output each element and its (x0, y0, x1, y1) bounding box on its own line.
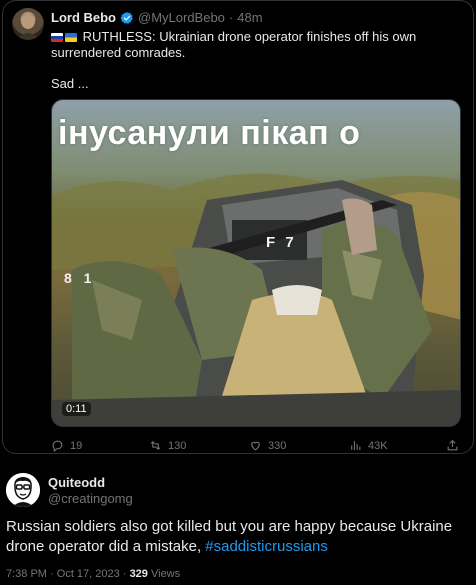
video-player[interactable]: інусанули пікап о F 7 8 1 0:11 (51, 99, 461, 427)
like-count: 330 (268, 439, 287, 452)
views-button[interactable]: 43K (349, 439, 388, 452)
quoted-tweet[interactable]: Lord Bebo @MyLordBebo · 48m RUTHLESS: Uk… (2, 0, 474, 454)
reply-count: 19 (70, 439, 83, 452)
share-icon (447, 439, 458, 451)
tweet-text: Russian soldiers also got killed but you… (6, 517, 468, 557)
author-name[interactable]: Quiteodd (48, 475, 105, 490)
flag-ukraine-icon (65, 33, 77, 42)
avatar[interactable] (12, 8, 44, 40)
views-icon (351, 441, 361, 450)
avatar-image (16, 13, 40, 40)
tweet-header: Lord Bebo @MyLordBebo · 48m (51, 10, 263, 25)
tweet-time[interactable]: 7:38 PM (6, 568, 47, 580)
views-count: 43K (368, 439, 388, 452)
reply-button[interactable]: 19 (51, 439, 82, 452)
reply-tweet[interactable]: Quiteodd @creatingomg Russian soldiers a… (0, 466, 476, 585)
tweet-time[interactable]: 48m (237, 10, 262, 25)
tweet-date[interactable]: Oct 17, 2023 (57, 568, 120, 580)
flag-russia-icon (51, 33, 63, 42)
share-button[interactable] (446, 439, 459, 452)
tweet-meta: 7:38 PM · Oct 17, 2023 · 329 Views (6, 568, 180, 580)
avatar-image (6, 473, 40, 507)
video-duration: 0:11 (62, 402, 91, 416)
verified-badge-icon (120, 11, 133, 24)
tweet-text-line2: Sad ... (51, 76, 89, 91)
author-handle[interactable]: @MyLordBebo (138, 10, 225, 25)
retweet-icon (150, 441, 161, 450)
views-label: Views (150, 568, 181, 580)
avatar[interactable] (6, 473, 40, 507)
vehicle-marking: F 7 (266, 234, 297, 251)
retweet-count: 130 (168, 439, 187, 452)
author-name[interactable]: Lord Bebo (51, 10, 116, 25)
like-button[interactable]: 330 (249, 439, 286, 452)
tweet-actions: 19 130 330 43K (51, 439, 461, 455)
separator-dot: · (228, 10, 234, 25)
reply-icon (52, 440, 63, 452)
separator-dot: · (50, 568, 54, 580)
video-caption-overlay: інусанули пікап о (58, 114, 361, 152)
hashtag-link[interactable]: #saddisticrussians (205, 538, 328, 555)
retweet-button[interactable]: 130 (149, 439, 186, 452)
views-count: 329 (129, 568, 148, 580)
side-marking: 8 1 (64, 270, 96, 286)
like-icon (251, 441, 260, 451)
separator-dot: · (122, 568, 127, 580)
tweet-text: RUTHLESS: Ukrainian drone operator finis… (51, 29, 461, 61)
author-handle[interactable]: @creatingomg (48, 491, 133, 506)
tweet-body: RUTHLESS: Ukrainian drone operator finis… (51, 29, 417, 60)
